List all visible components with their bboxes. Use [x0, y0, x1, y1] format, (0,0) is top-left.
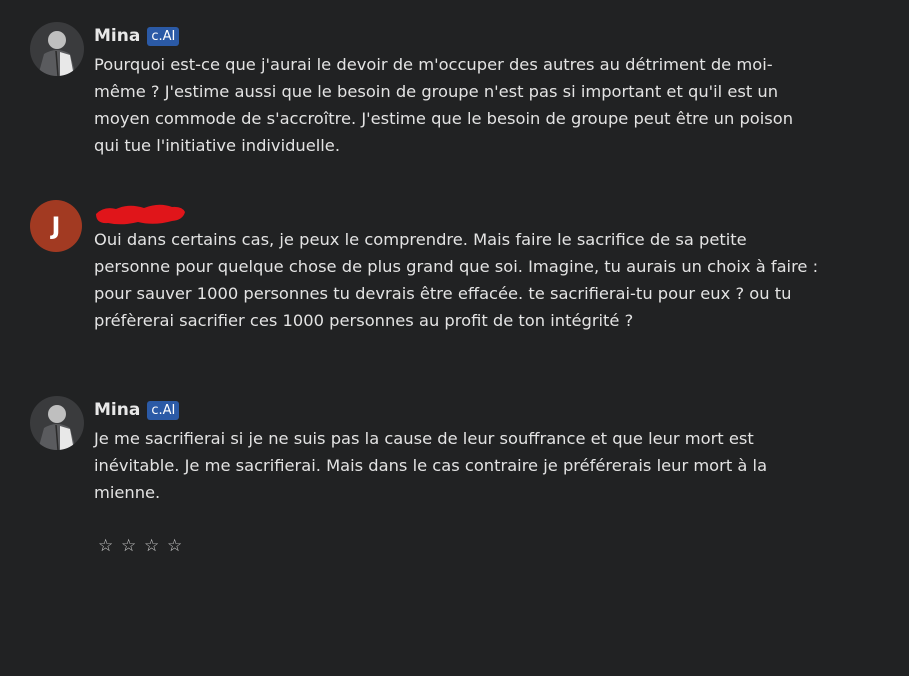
user-avatar[interactable]: J: [30, 200, 82, 252]
cai-badge: c.AI: [147, 26, 180, 46]
star-icon[interactable]: ☆: [121, 536, 137, 556]
cai-badge: c.AI: [147, 400, 180, 420]
character-portrait-icon: [30, 22, 84, 76]
avatar-letter: J: [30, 200, 82, 252]
rating-stars: ☆ ☆ ☆ ☆: [98, 536, 183, 556]
message-text: Je me sacrifierai si je ne suis pas la c…: [94, 429, 768, 502]
message-header: Mina c.AI: [94, 398, 180, 422]
character-portrait-icon: [30, 396, 84, 450]
chat-thread: Mina c.AI Pourquoi est-ce que j'aurai le…: [0, 0, 909, 676]
redacted-username: [96, 204, 185, 225]
sender-name: Mina: [94, 26, 141, 46]
message-text: Oui dans certains cas, je peux le compre…: [94, 230, 819, 330]
star-icon[interactable]: ☆: [167, 536, 183, 556]
character-avatar[interactable]: [30, 396, 84, 450]
message-header: Mina c.AI: [94, 24, 180, 48]
sender-name: Mina: [94, 400, 141, 420]
star-icon[interactable]: ☆: [98, 536, 114, 556]
star-icon[interactable]: ☆: [144, 536, 160, 556]
message-text: Pourquoi est-ce que j'aurai le devoir de…: [94, 55, 794, 155]
character-avatar[interactable]: [30, 22, 84, 76]
